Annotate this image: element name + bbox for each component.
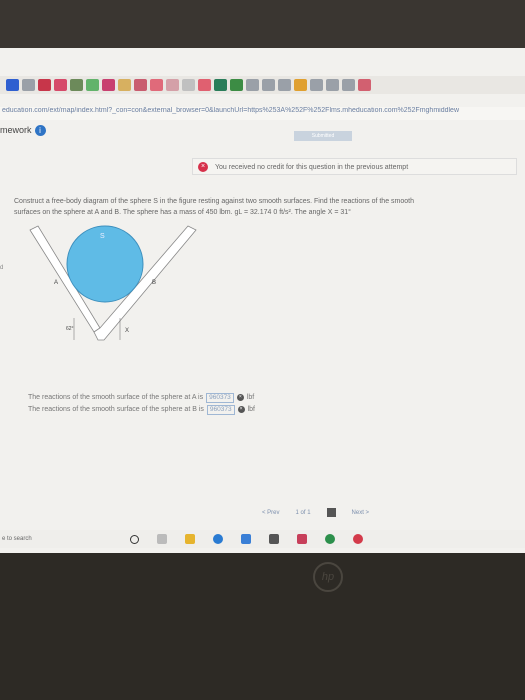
homework-title: mework i [0, 125, 46, 137]
browser-tab-icon[interactable] [22, 79, 35, 91]
browser-tab-icon[interactable] [54, 79, 67, 91]
sphere-figure: S A B 62° X [29, 225, 197, 341]
browser-tab-icon[interactable] [102, 79, 115, 91]
browser-tab-icon[interactable] [310, 79, 323, 91]
app-red-icon[interactable] [353, 534, 363, 544]
next-button[interactable]: Next > [352, 510, 370, 516]
store-icon[interactable] [241, 534, 251, 544]
point-a-label: A [54, 280, 58, 286]
browser-tab-icon[interactable] [294, 79, 307, 91]
cortana-icon[interactable] [130, 534, 139, 544]
prev-button[interactable]: < Prev [262, 510, 280, 516]
problem-text-line-2: surfaces on the sphere at A and B. The s… [14, 209, 351, 216]
sphere-label: S [100, 233, 105, 240]
angle-x-label: X [125, 328, 129, 334]
browser-tab-icon[interactable] [118, 79, 131, 91]
browser-tab-icon[interactable] [150, 79, 163, 91]
answer-a-unit: lbf [246, 394, 255, 401]
browser-tab-icon[interactable] [70, 79, 83, 91]
info-icon[interactable]: i [34, 125, 46, 137]
file-explorer-icon[interactable] [185, 534, 195, 544]
question-navigation: < Prev 1 of 1 Next > [262, 508, 369, 517]
hp-logo: hp [313, 562, 343, 592]
incorrect-icon: × [237, 406, 245, 413]
browser-tab-icon[interactable] [38, 79, 51, 91]
angle-62-label: 62° [66, 326, 74, 332]
task-view-icon[interactable] [157, 534, 167, 544]
mail-icon[interactable] [269, 534, 279, 544]
problem-statement: Construct a free-body diagram of the sph… [14, 196, 524, 218]
answer-a-input[interactable]: 960373 [206, 392, 234, 403]
browser-tab-icon[interactable] [358, 79, 371, 91]
browser-tab-icon[interactable] [6, 79, 19, 91]
page-indicator: 1 of 1 [295, 509, 311, 516]
monitor-bezel-bottom [0, 553, 525, 700]
browser-tab-icon[interactable] [182, 79, 195, 91]
submitted-badge: Submitted [294, 131, 352, 141]
alert-message: You received no credit for this question… [215, 164, 409, 171]
answer-a-label: The reactions of the smooth surface of t… [28, 394, 204, 401]
answer-b-label: The reactions of the smooth surface of t… [28, 406, 204, 413]
browser-tab-icon[interactable] [198, 79, 211, 91]
problem-text-line-1: Construct a free-body diagram of the sph… [14, 198, 414, 205]
browser-tab-icon[interactable] [166, 79, 179, 91]
browser-tab-icon[interactable] [342, 79, 355, 91]
monitor-bezel-top [0, 0, 525, 48]
close-circle-icon: × [198, 162, 208, 172]
browser-tab-strip [0, 76, 525, 94]
taskbar-search[interactable]: e to search [0, 536, 112, 542]
address-bar[interactable]: education.com/ext/map/index.html?_con=co… [0, 107, 525, 120]
browser-tab-icon[interactable] [262, 79, 275, 91]
answers-section: The reactions of the smooth surface of t… [28, 392, 255, 416]
sphere-s [66, 225, 144, 303]
app-icon[interactable] [297, 534, 307, 544]
answer-row-b: The reactions of the smooth surface of t… [28, 404, 255, 415]
browser-tab-icon[interactable] [134, 79, 147, 91]
edge-icon[interactable] [213, 534, 223, 544]
side-label: d [0, 265, 4, 271]
incorrect-icon: × [236, 394, 244, 401]
browser-tab-icon[interactable] [214, 79, 227, 91]
windows-taskbar: e to search [0, 530, 525, 548]
chrome-icon[interactable] [325, 534, 335, 544]
answer-row-a: The reactions of the smooth surface of t… [28, 392, 255, 403]
browser-tab-icon[interactable] [230, 79, 243, 91]
answer-b-unit: lbf [247, 406, 255, 413]
browser-tab-icon[interactable] [86, 79, 99, 91]
homework-label: mework [0, 125, 32, 135]
no-credit-alert: × You received no credit for this questi… [192, 158, 517, 175]
browser-tab-icon[interactable] [326, 79, 339, 91]
grid-icon[interactable] [326, 508, 336, 517]
browser-tab-icon[interactable] [278, 79, 291, 91]
browser-tab-icon[interactable] [246, 79, 259, 91]
point-b-label: B [152, 280, 156, 286]
answer-b-input[interactable]: 960373 [206, 404, 235, 415]
